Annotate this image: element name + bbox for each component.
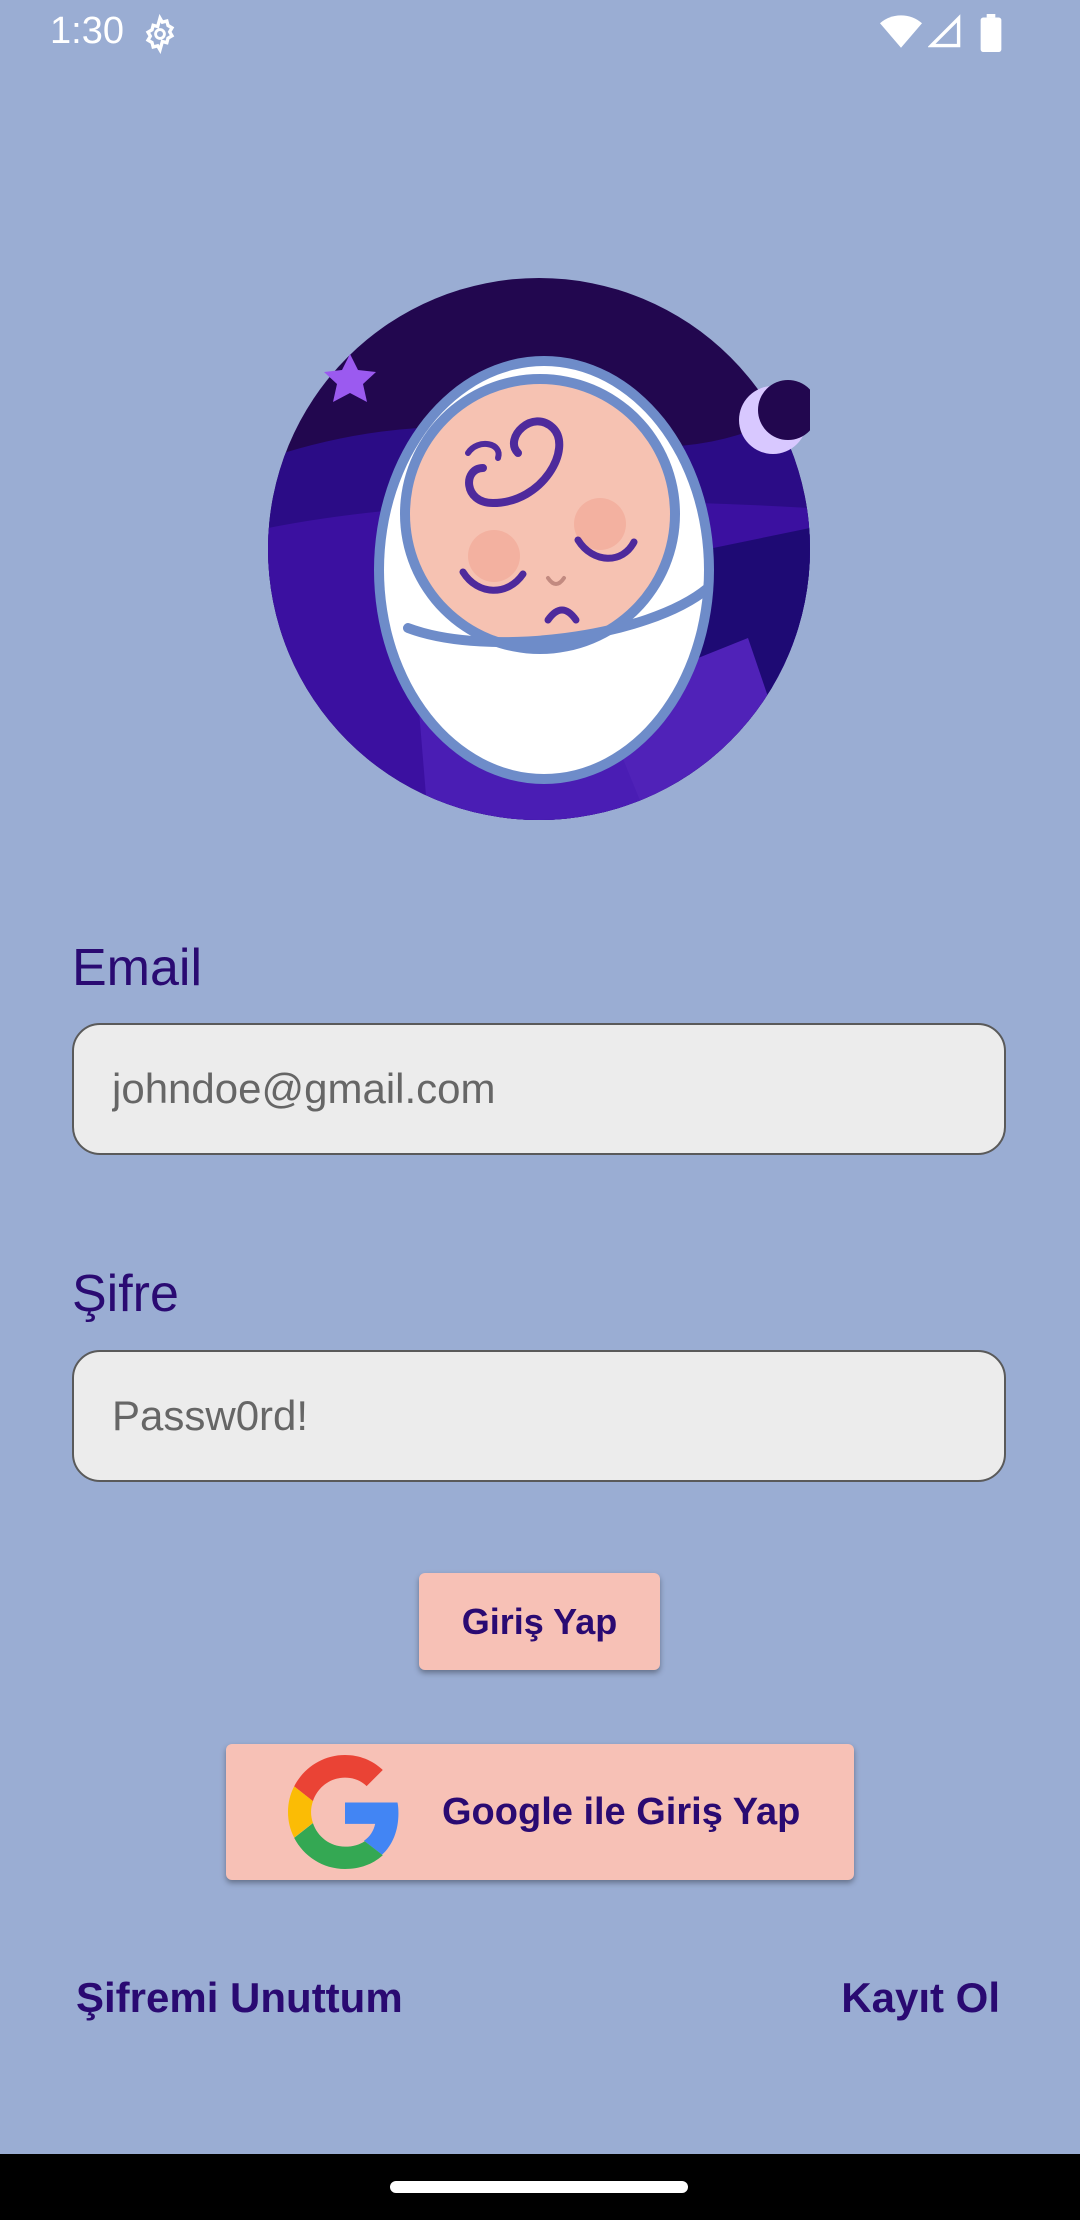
forgot-password-link[interactable]: Şifremi Unuttum (76, 1974, 403, 2022)
google-icon (288, 1755, 399, 1869)
wifi-icon (880, 15, 922, 48)
signal-icon (928, 14, 961, 48)
login-button[interactable]: Giriş Yap (419, 1573, 660, 1670)
sleeping-baby-logo (268, 278, 810, 820)
google-login-button[interactable]: Google ile Giriş Yap (226, 1744, 854, 1880)
email-label: Email (72, 939, 203, 997)
google-login-label: Google ile Giriş Yap (442, 1790, 801, 1833)
gear-icon (145, 14, 175, 54)
home-gesture-handle[interactable] (390, 2181, 688, 2193)
status-bar: 1:30 (0, 0, 1080, 66)
battery-icon (980, 14, 1002, 52)
email-input[interactable] (72, 1023, 1006, 1155)
register-link[interactable]: Kayıt Ol (841, 1974, 1000, 2022)
password-label: Şifre (72, 1265, 179, 1323)
password-input[interactable] (72, 1350, 1006, 1482)
status-time: 1:30 (50, 10, 124, 52)
